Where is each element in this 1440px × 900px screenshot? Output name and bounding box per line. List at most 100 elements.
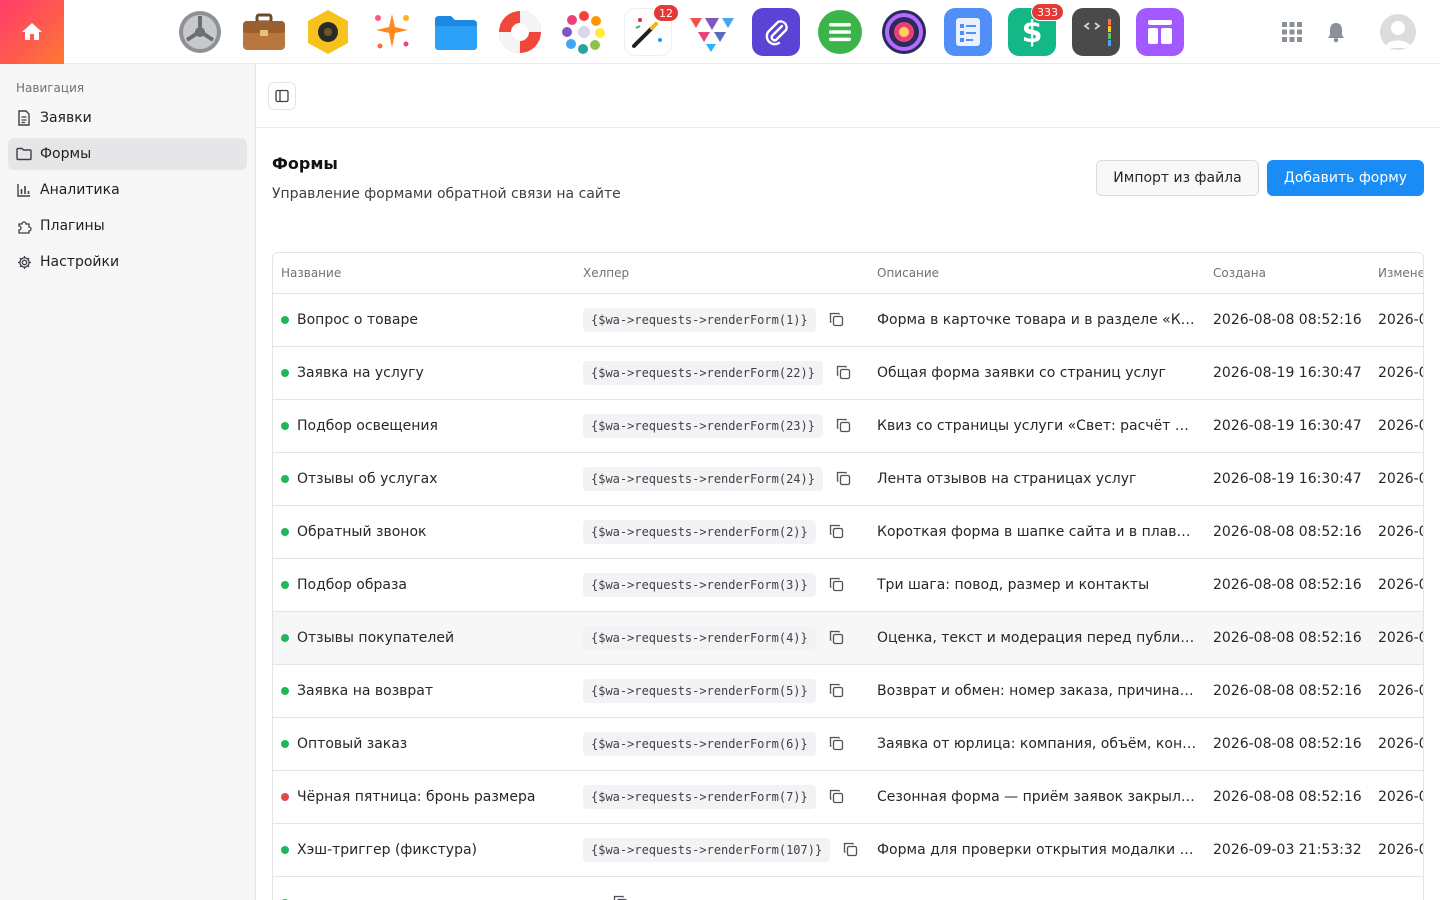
- copy-helper-button[interactable]: [826, 786, 848, 808]
- cell-helper: {$wa->requests->renderForm(24)}: [575, 452, 869, 506]
- sidebar-item-forms[interactable]: Формы: [8, 138, 247, 170]
- briefcase-icon: [243, 13, 285, 50]
- table-row[interactable]: Отзывы об услугах {$wa->requests->render…: [273, 452, 1423, 506]
- table-row[interactable]: Отзывы покупателей {$wa->requests->rende…: [273, 611, 1423, 665]
- form-name[interactable]: Отзывы покупателей: [297, 630, 454, 646]
- cell-updated: 2026-08-08 08:52:16: [1370, 611, 1423, 665]
- sidebar-item-plugins[interactable]: Плагины: [8, 210, 247, 242]
- copy-helper-button[interactable]: [833, 362, 855, 384]
- copy-helper-button[interactable]: [826, 309, 848, 331]
- form-name[interactable]: Отзывы об услугах: [297, 471, 438, 487]
- form-name[interactable]: Хэш-триггер (фикстура): [297, 842, 477, 858]
- form-description: Лента отзывов на страницах услуг: [877, 470, 1137, 487]
- form-description: Сезонная форма — приём заявок закрыл мен…: [877, 788, 1197, 805]
- copy-helper-button[interactable]: [826, 627, 848, 649]
- app-dollar[interactable]: $ 333: [1008, 3, 1064, 56]
- form-name[interactable]: Обратный звонок: [297, 524, 426, 540]
- table-row[interactable]: Вопрос о товаре {$wa->requests->renderFo…: [273, 293, 1423, 347]
- sidebar-item-label: Настройки: [40, 254, 120, 270]
- app-hexagon[interactable]: [304, 8, 352, 56]
- column-header-helper[interactable]: Хелпер: [575, 253, 869, 294]
- app-color-wheel[interactable]: [560, 8, 608, 56]
- form-name[interactable]: Подбор освещения: [297, 418, 438, 434]
- cell-description: Три шага: повод, размер и контакты: [869, 558, 1205, 612]
- column-header-created[interactable]: Создана: [1205, 253, 1370, 294]
- sidebar-item-requests[interactable]: Заявки: [8, 102, 247, 134]
- table-row[interactable]: Заявка на услугу {$wa->requests->renderF…: [273, 346, 1423, 400]
- app-sparkles[interactable]: [368, 8, 416, 56]
- apps-grid-button[interactable]: [1280, 20, 1304, 44]
- cell-name: Чёрная пятница: бронь размера: [273, 770, 575, 824]
- app-settings-wheel[interactable]: [176, 8, 224, 56]
- home-button[interactable]: [0, 0, 64, 64]
- helper-cell: [583, 891, 861, 900]
- checklist-icon: [956, 18, 980, 46]
- table-row[interactable]: Подбор освещения {$wa->requests->renderF…: [273, 399, 1423, 453]
- cell-helper: {$wa->requests->renderForm(5)}: [575, 664, 869, 718]
- app-menu-circle[interactable]: [816, 8, 864, 56]
- form-description: Три шага: повод, размер и контакты: [877, 576, 1150, 593]
- sidebar-toggle-button[interactable]: [268, 82, 296, 110]
- widgets-icon: [1148, 20, 1172, 44]
- cell-name: Заявка на возврат: [273, 664, 575, 718]
- add-form-button[interactable]: Добавить форму: [1267, 160, 1424, 196]
- sidebar-item-analytics[interactable]: Аналитика: [8, 174, 247, 206]
- copy-helper-button[interactable]: [826, 574, 848, 596]
- column-header-name[interactable]: Название: [273, 253, 575, 294]
- table-row[interactable]: Заявка на возврат {$wa->requests->render…: [273, 664, 1423, 718]
- cell-created: 2026-09-03 21:53:32: [1205, 823, 1370, 877]
- copy-icon: [837, 418, 851, 433]
- copy-helper-button[interactable]: [826, 733, 848, 755]
- form-name[interactable]: Заявка на услугу: [297, 365, 424, 381]
- cell-updated: [1370, 876, 1423, 900]
- form-name[interactable]: Оптовый заказ: [297, 736, 407, 752]
- table-row[interactable]: Подбор образа {$wa->requests->renderForm…: [273, 558, 1423, 612]
- table-row[interactable]: Обратный звонок {$wa->requests->renderFo…: [273, 505, 1423, 559]
- cell-description: [869, 876, 1205, 900]
- forms-table-container[interactable]: Название Хелпер Описание Создана Изменен…: [272, 252, 1424, 900]
- user-avatar[interactable]: [1380, 14, 1416, 50]
- app-magic-wand[interactable]: 12: [624, 4, 679, 56]
- form-name-cell: Заявка на услугу: [281, 365, 567, 381]
- form-name[interactable]: Заявка на возврат: [297, 683, 433, 699]
- table-body: Вопрос о товаре {$wa->requests->renderFo…: [273, 293, 1423, 900]
- table-row[interactable]: Чёрная пятница: бронь размера {$wa->requ…: [273, 770, 1423, 824]
- form-name[interactable]: Вопрос о товаре: [297, 312, 418, 328]
- copy-helper-button[interactable]: [609, 892, 631, 900]
- app-camera-lens[interactable]: [880, 8, 928, 56]
- column-header-updated[interactable]: Изменена: [1370, 253, 1423, 294]
- app-checklist[interactable]: [944, 8, 992, 56]
- helper-cell: {$wa->requests->renderForm(6)}: [583, 731, 861, 756]
- app-lifebuoy[interactable]: [496, 8, 544, 56]
- cell-name: Вопрос о товаре: [273, 293, 575, 347]
- copy-helper-button[interactable]: [833, 468, 855, 490]
- form-description: Форма для проверки открытия модалки по х…: [877, 841, 1197, 858]
- copy-helper-button[interactable]: [826, 680, 848, 702]
- form-name[interactable]: Подбор образа: [297, 577, 407, 593]
- app-code-book[interactable]: [1072, 8, 1120, 56]
- status-dot: [281, 845, 289, 854]
- menu-circle-icon: [818, 10, 862, 54]
- copy-helper-button[interactable]: [833, 415, 855, 437]
- cell-name: Отзывы об услугах: [273, 452, 575, 506]
- app-folder[interactable]: [432, 8, 480, 56]
- status-dot: [281, 580, 289, 589]
- copy-helper-button[interactable]: [826, 521, 848, 543]
- sidebar-item-settings[interactable]: Настройки: [8, 246, 247, 278]
- copy-icon: [830, 630, 844, 645]
- app-triangles[interactable]: [688, 8, 736, 56]
- table-row[interactable]: Хэш-триггер (фикстура) {$wa->requests->r…: [273, 823, 1423, 877]
- cell-helper: {$wa->requests->renderForm(22)}: [575, 346, 869, 400]
- code-book-icon: [1083, 19, 1111, 46]
- import-from-file-button[interactable]: Импорт из файла: [1096, 160, 1259, 196]
- notifications-button[interactable]: [1324, 20, 1348, 44]
- app-briefcase[interactable]: [240, 8, 288, 56]
- app-paperclip[interactable]: [752, 8, 800, 56]
- copy-helper-button[interactable]: [840, 839, 861, 861]
- table-row[interactable]: Оптовый заказ {$wa->requests->renderForm…: [273, 717, 1423, 771]
- form-name[interactable]: Чёрная пятница: бронь размера: [297, 789, 535, 805]
- app-widgets[interactable]: [1136, 8, 1184, 56]
- table-row[interactable]: [273, 876, 1423, 900]
- cell-name: Подбор образа: [273, 558, 575, 612]
- column-header-description[interactable]: Описание: [869, 253, 1205, 294]
